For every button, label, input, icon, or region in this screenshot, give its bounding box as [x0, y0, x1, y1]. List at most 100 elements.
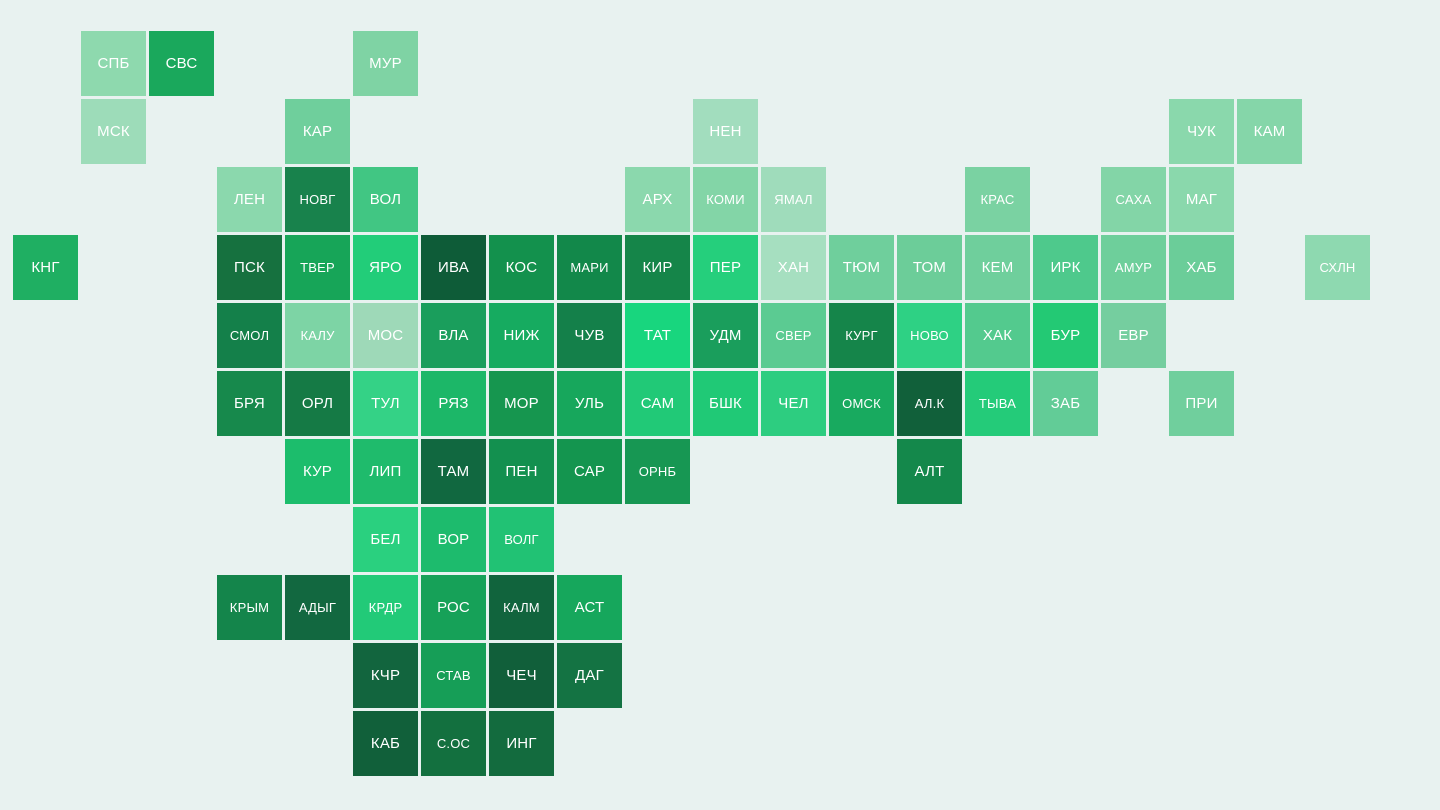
region-tile[interactable]: СМОЛ [217, 303, 282, 368]
region-tile[interactable]: ПРИ [1169, 371, 1234, 436]
region-tile[interactable]: МАРИ [557, 235, 622, 300]
region-tile-label: КРДР [368, 600, 403, 615]
region-tile[interactable]: АМУР [1101, 235, 1166, 300]
region-tile[interactable]: БШК [693, 371, 758, 436]
region-tile-label: ТУЛ [371, 395, 400, 412]
region-tile[interactable]: ТВЕР [285, 235, 350, 300]
region-tile[interactable]: УДМ [693, 303, 758, 368]
region-tile[interactable]: ХАК [965, 303, 1030, 368]
region-tile[interactable]: С.ОС [421, 711, 486, 776]
region-tile[interactable]: ДАГ [557, 643, 622, 708]
region-tile[interactable]: КРЫМ [217, 575, 282, 640]
region-tile[interactable]: ВОЛГ [489, 507, 554, 572]
region-tile[interactable]: АЛТ [897, 439, 962, 504]
region-tile-label: КАЛМ [503, 600, 540, 615]
region-tile[interactable]: КАБ [353, 711, 418, 776]
region-tile-label: ПРИ [1185, 395, 1218, 412]
region-tile[interactable]: КОС [489, 235, 554, 300]
region-tile[interactable]: МОС [353, 303, 418, 368]
region-tile[interactable]: РОС [421, 575, 486, 640]
region-tile[interactable]: АЛ.К [897, 371, 962, 436]
region-tile-label: СПБ [97, 55, 130, 72]
region-tile[interactable]: ТЫВА [965, 371, 1030, 436]
region-tile-label: НОВО [910, 328, 949, 343]
region-tile[interactable]: КАЛУ [285, 303, 350, 368]
region-tile[interactable]: ТАТ [625, 303, 690, 368]
region-tile[interactable]: ЛИП [353, 439, 418, 504]
region-tile[interactable]: ОМСК [829, 371, 894, 436]
region-tile[interactable]: ВЛА [421, 303, 486, 368]
region-tile[interactable]: КРДР [353, 575, 418, 640]
region-tile[interactable]: ТАМ [421, 439, 486, 504]
region-tile[interactable]: НОВГ [285, 167, 350, 232]
region-tile[interactable]: НЕН [693, 99, 758, 164]
region-tile[interactable]: СВС [149, 31, 214, 96]
region-tile[interactable]: МУР [353, 31, 418, 96]
region-tile[interactable]: ИВА [421, 235, 486, 300]
region-tile[interactable]: РЯЗ [421, 371, 486, 436]
region-tile[interactable]: ПСК [217, 235, 282, 300]
region-tile[interactable]: УЛЬ [557, 371, 622, 436]
region-tile[interactable]: КНГ [13, 235, 78, 300]
region-tile[interactable]: ЯМАЛ [761, 167, 826, 232]
region-tile[interactable]: ИНГ [489, 711, 554, 776]
region-tile-label: БУР [1050, 327, 1081, 344]
region-tile[interactable]: МАГ [1169, 167, 1234, 232]
region-tile-label: ИРК [1050, 259, 1081, 276]
region-tile[interactable]: ЗАБ [1033, 371, 1098, 436]
region-tile-label: ТВЕР [300, 260, 335, 275]
region-tile[interactable]: КЧР [353, 643, 418, 708]
region-tile[interactable]: ОРЛ [285, 371, 350, 436]
region-tile[interactable]: МСК [81, 99, 146, 164]
region-tile[interactable]: СПБ [81, 31, 146, 96]
region-tile[interactable]: МОР [489, 371, 554, 436]
region-tile[interactable]: СХЛН [1305, 235, 1370, 300]
region-tile[interactable]: КЕМ [965, 235, 1030, 300]
region-tile[interactable]: КОМИ [693, 167, 758, 232]
region-tile[interactable]: ПЕР [693, 235, 758, 300]
region-tile[interactable]: НИЖ [489, 303, 554, 368]
region-tile[interactable]: КИР [625, 235, 690, 300]
region-tile[interactable]: ЧУК [1169, 99, 1234, 164]
region-tile-label: АМУР [1114, 260, 1153, 275]
region-tile[interactable]: ВОЛ [353, 167, 418, 232]
region-tile[interactable]: БУР [1033, 303, 1098, 368]
region-tile[interactable]: ОРНБ [625, 439, 690, 504]
region-tile[interactable]: КРАС [965, 167, 1030, 232]
region-tile[interactable]: САР [557, 439, 622, 504]
region-tile[interactable]: ХАН [761, 235, 826, 300]
region-tile[interactable]: ЕВР [1101, 303, 1166, 368]
region-tile[interactable]: КАЛМ [489, 575, 554, 640]
region-tile[interactable]: СВЕР [761, 303, 826, 368]
region-tile[interactable]: ЛЕН [217, 167, 282, 232]
region-tile[interactable]: ТУЛ [353, 371, 418, 436]
region-tile-label: ВОЛГ [504, 532, 539, 547]
region-tile[interactable]: СТАВ [421, 643, 486, 708]
region-tile[interactable]: БРЯ [217, 371, 282, 436]
region-tile-label: КАМ [1253, 123, 1286, 140]
region-tile[interactable]: КАМ [1237, 99, 1302, 164]
region-tile-label: КРАС [980, 192, 1015, 207]
region-tile[interactable]: ТОМ [897, 235, 962, 300]
region-tile[interactable]: ИРК [1033, 235, 1098, 300]
region-tile[interactable]: ЯРО [353, 235, 418, 300]
region-tile[interactable]: АСТ [557, 575, 622, 640]
region-tile-label: ИВА [438, 259, 469, 276]
region-tile[interactable]: ТЮМ [829, 235, 894, 300]
region-tile[interactable]: ЧЕЧ [489, 643, 554, 708]
region-tile[interactable]: ПЕН [489, 439, 554, 504]
region-tile[interactable]: КУРГ [829, 303, 894, 368]
region-tile[interactable]: ЧУВ [557, 303, 622, 368]
region-tile-label: НЕН [709, 123, 742, 140]
region-tile[interactable]: САМ [625, 371, 690, 436]
region-tile[interactable]: САХА [1101, 167, 1166, 232]
region-tile[interactable]: БЕЛ [353, 507, 418, 572]
region-tile[interactable]: ВОР [421, 507, 486, 572]
region-tile[interactable]: АДЫГ [285, 575, 350, 640]
region-tile[interactable]: КУР [285, 439, 350, 504]
region-tile[interactable]: АРХ [625, 167, 690, 232]
region-tile[interactable]: КАР [285, 99, 350, 164]
region-tile[interactable]: ЧЕЛ [761, 371, 826, 436]
region-tile[interactable]: ХАБ [1169, 235, 1234, 300]
region-tile[interactable]: НОВО [897, 303, 962, 368]
